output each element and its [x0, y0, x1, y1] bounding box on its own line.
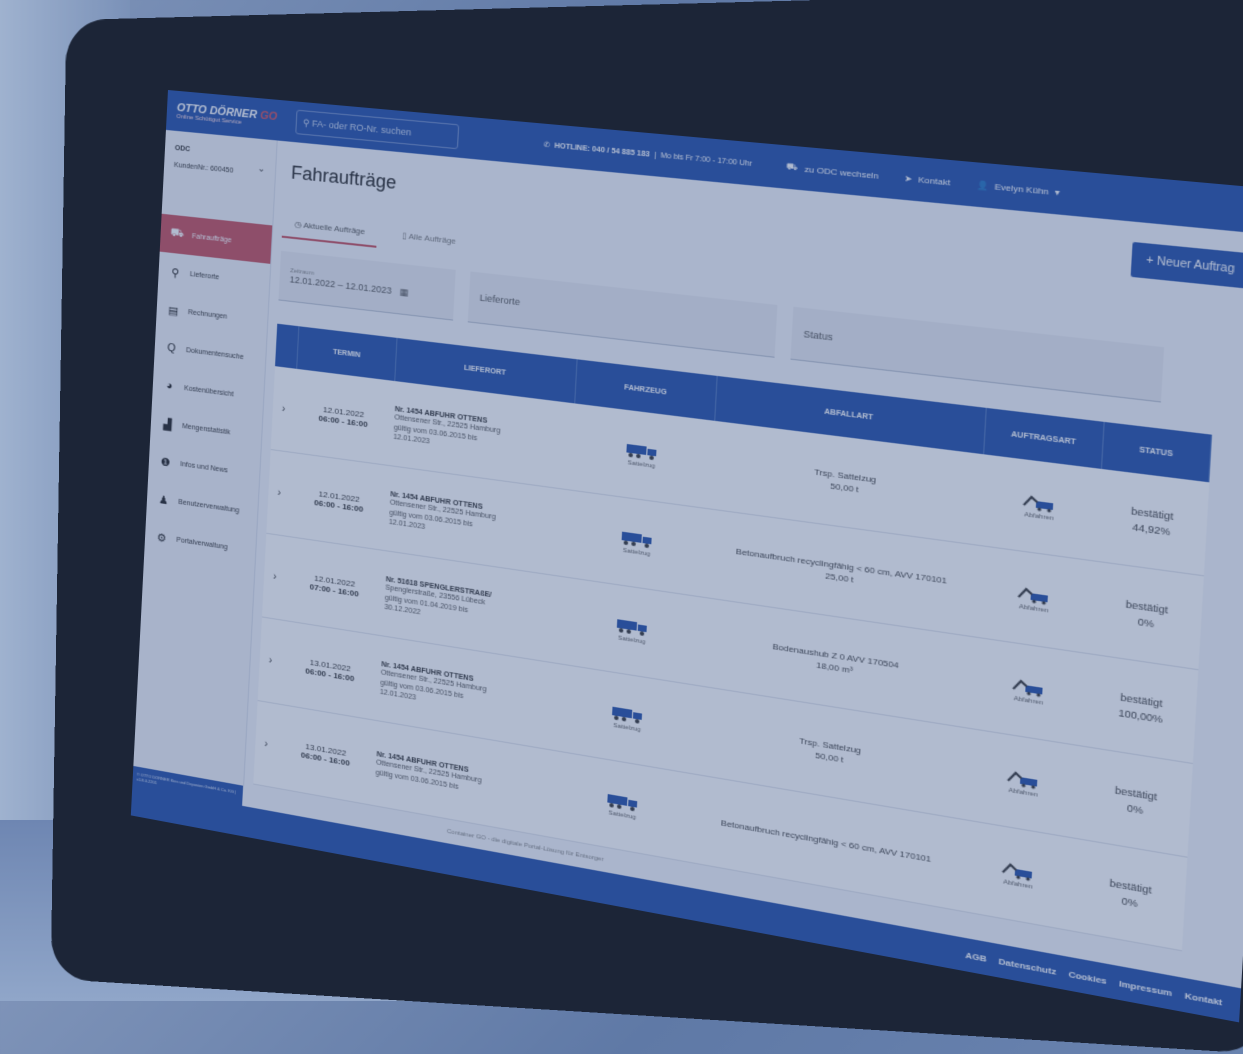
chevron-right-icon: ›: [277, 487, 282, 499]
lieferorte-filter-label: Lieferorte: [479, 292, 521, 308]
org-name: ODC: [174, 144, 191, 154]
map-pin-icon: ⚲: [171, 266, 180, 280]
user-icon: 👤: [976, 179, 989, 191]
search-placeholder: FA- oder RO-Nr. suchen: [311, 118, 412, 138]
brand-logo[interactable]: OTTO DÖRNER GO Online Schüttgut Service: [166, 101, 286, 131]
footer-link-cookies[interactable]: Cookies: [1068, 969, 1107, 986]
calendar-icon: ▦: [399, 286, 409, 298]
cell-termin: 13.01.2022 06:00 - 16:00: [278, 620, 382, 721]
cell-status: bestätigt 0%: [1079, 746, 1193, 858]
footer-link-agb[interactable]: AGB: [965, 950, 987, 964]
cell-status: bestätigt 44,92%: [1095, 468, 1209, 576]
truck-icon: ⛟: [170, 226, 185, 241]
info-icon: ❶: [160, 455, 171, 469]
gear-icon: ⚙: [156, 531, 167, 545]
date-range-filter[interactable]: Zeitraum 12.01.2022 – 12.01.2023 ▦: [278, 250, 456, 321]
sidebar-item-label: Infos und News: [180, 460, 228, 474]
tab-current-orders[interactable]: ◷ Aktuelle Aufträge: [281, 210, 379, 248]
chevron-right-icon: ›: [272, 570, 277, 583]
contact-label: Kontakt: [917, 174, 951, 188]
sidebar-item-label: Benutzerverwaltung: [178, 498, 240, 515]
logo-go: GO: [259, 109, 278, 123]
invoice-icon: ▤: [167, 304, 179, 318]
cell-termin: 12.01.2022 07:00 - 16:00: [283, 536, 387, 636]
footer-link-datenschutz[interactable]: Datenschutz: [998, 956, 1056, 977]
tab-label: Alle Aufträge: [408, 231, 457, 246]
hotline-number: HOTLINE: 040 / 54 885 183: [554, 141, 650, 159]
new-order-button[interactable]: + Neuer Auftrag: [1130, 241, 1243, 289]
status-filter-label: Status: [803, 328, 834, 343]
chevron-right-icon: ›: [264, 738, 269, 750]
sidebar-item-label: Portalverwaltung: [176, 536, 228, 551]
pie-chart-icon: ◕: [165, 379, 174, 393]
sidebar-item-label: Kostenübersicht: [183, 384, 234, 398]
sidebar-item-label: Fahraufträge: [191, 232, 232, 244]
lieferorte-filter[interactable]: Lieferorte: [467, 271, 778, 358]
phone-icon: ✆: [543, 141, 551, 150]
tab-all-orders[interactable]: ▯ Alle Aufträge: [389, 221, 469, 257]
sidebar-item-label: Mengenstatistik: [182, 422, 231, 436]
status-filter[interactable]: Status: [790, 306, 1165, 403]
sidebar-item-label: Rechnungen: [187, 308, 228, 321]
order-search-input[interactable]: ⚲ FA- oder RO-Nr. suchen: [295, 109, 460, 150]
waste-type: Betonaufbruch recyclingfähig < 60 cm, AV…: [720, 818, 932, 865]
chevron-down-icon: ⌄: [257, 163, 266, 174]
cell-termin: 12.01.2022 06:00 - 16:00: [287, 452, 391, 551]
footer-link-kontakt[interactable]: Kontakt: [1184, 990, 1222, 1007]
tab-bar: ◷ Aktuelle Aufträge ▯ Alle Aufträge: [281, 210, 470, 257]
cell-auftragsart: Abfahren: [973, 545, 1096, 654]
chevron-right-icon: ›: [281, 403, 286, 415]
truck-switch-icon: ⛟: [785, 161, 799, 173]
customer-number: KundenNr.: 600450: [173, 161, 234, 175]
cell-auftragsart: Abfahren: [957, 819, 1080, 932]
cell-termin: 12.01.2022 06:00 - 16:00: [292, 368, 396, 466]
hotline-hours: Mo bis Fr 7:00 - 17:00 Uhr: [660, 151, 753, 168]
switch-portal-link[interactable]: ⛟ zu ODC wechseln: [786, 162, 879, 181]
search-icon: Q: [166, 341, 176, 355]
expand-header: [275, 323, 299, 369]
sidebar-item-label: Dokumentensuche: [185, 346, 244, 361]
chevron-down-icon: ▾: [1054, 186, 1061, 198]
search-icon: ⚲: [302, 116, 310, 128]
cell-auftragsart: Abfahren: [978, 454, 1102, 562]
cell-status: bestätigt 0%: [1090, 561, 1204, 670]
user-menu[interactable]: 👤 Evelyn Kühn ▾: [976, 180, 1060, 198]
organization-selector[interactable]: ODC KundenNr.: 600450 ⌄: [162, 130, 277, 226]
chevron-right-icon: ›: [268, 654, 273, 667]
statistic-icon: ▟: [163, 417, 172, 432]
contact-link[interactable]: ➤ Kontakt: [904, 173, 950, 187]
cell-status: bestätigt 0%: [1074, 839, 1187, 951]
footer-link-impressum[interactable]: Impressum: [1119, 978, 1173, 998]
switch-label: zu ODC wechseln: [804, 163, 879, 181]
cell-status: bestätigt 100,00%: [1085, 653, 1198, 764]
page-title: Fahraufträge: [290, 162, 397, 194]
send-icon: ➤: [904, 172, 913, 184]
cell-termin: 13.01.2022 06:00 - 16:00: [274, 704, 378, 806]
tab-label: Aktuelle Aufträge: [303, 220, 366, 237]
user-icon: ♟: [158, 493, 169, 507]
user-name: Evelyn Kühn: [994, 181, 1050, 197]
sidebar-item-label: Lieferorte: [189, 270, 220, 281]
hotline-info: ✆ HOTLINE: 040 / 54 885 183 | Mo bis Fr …: [543, 141, 753, 168]
